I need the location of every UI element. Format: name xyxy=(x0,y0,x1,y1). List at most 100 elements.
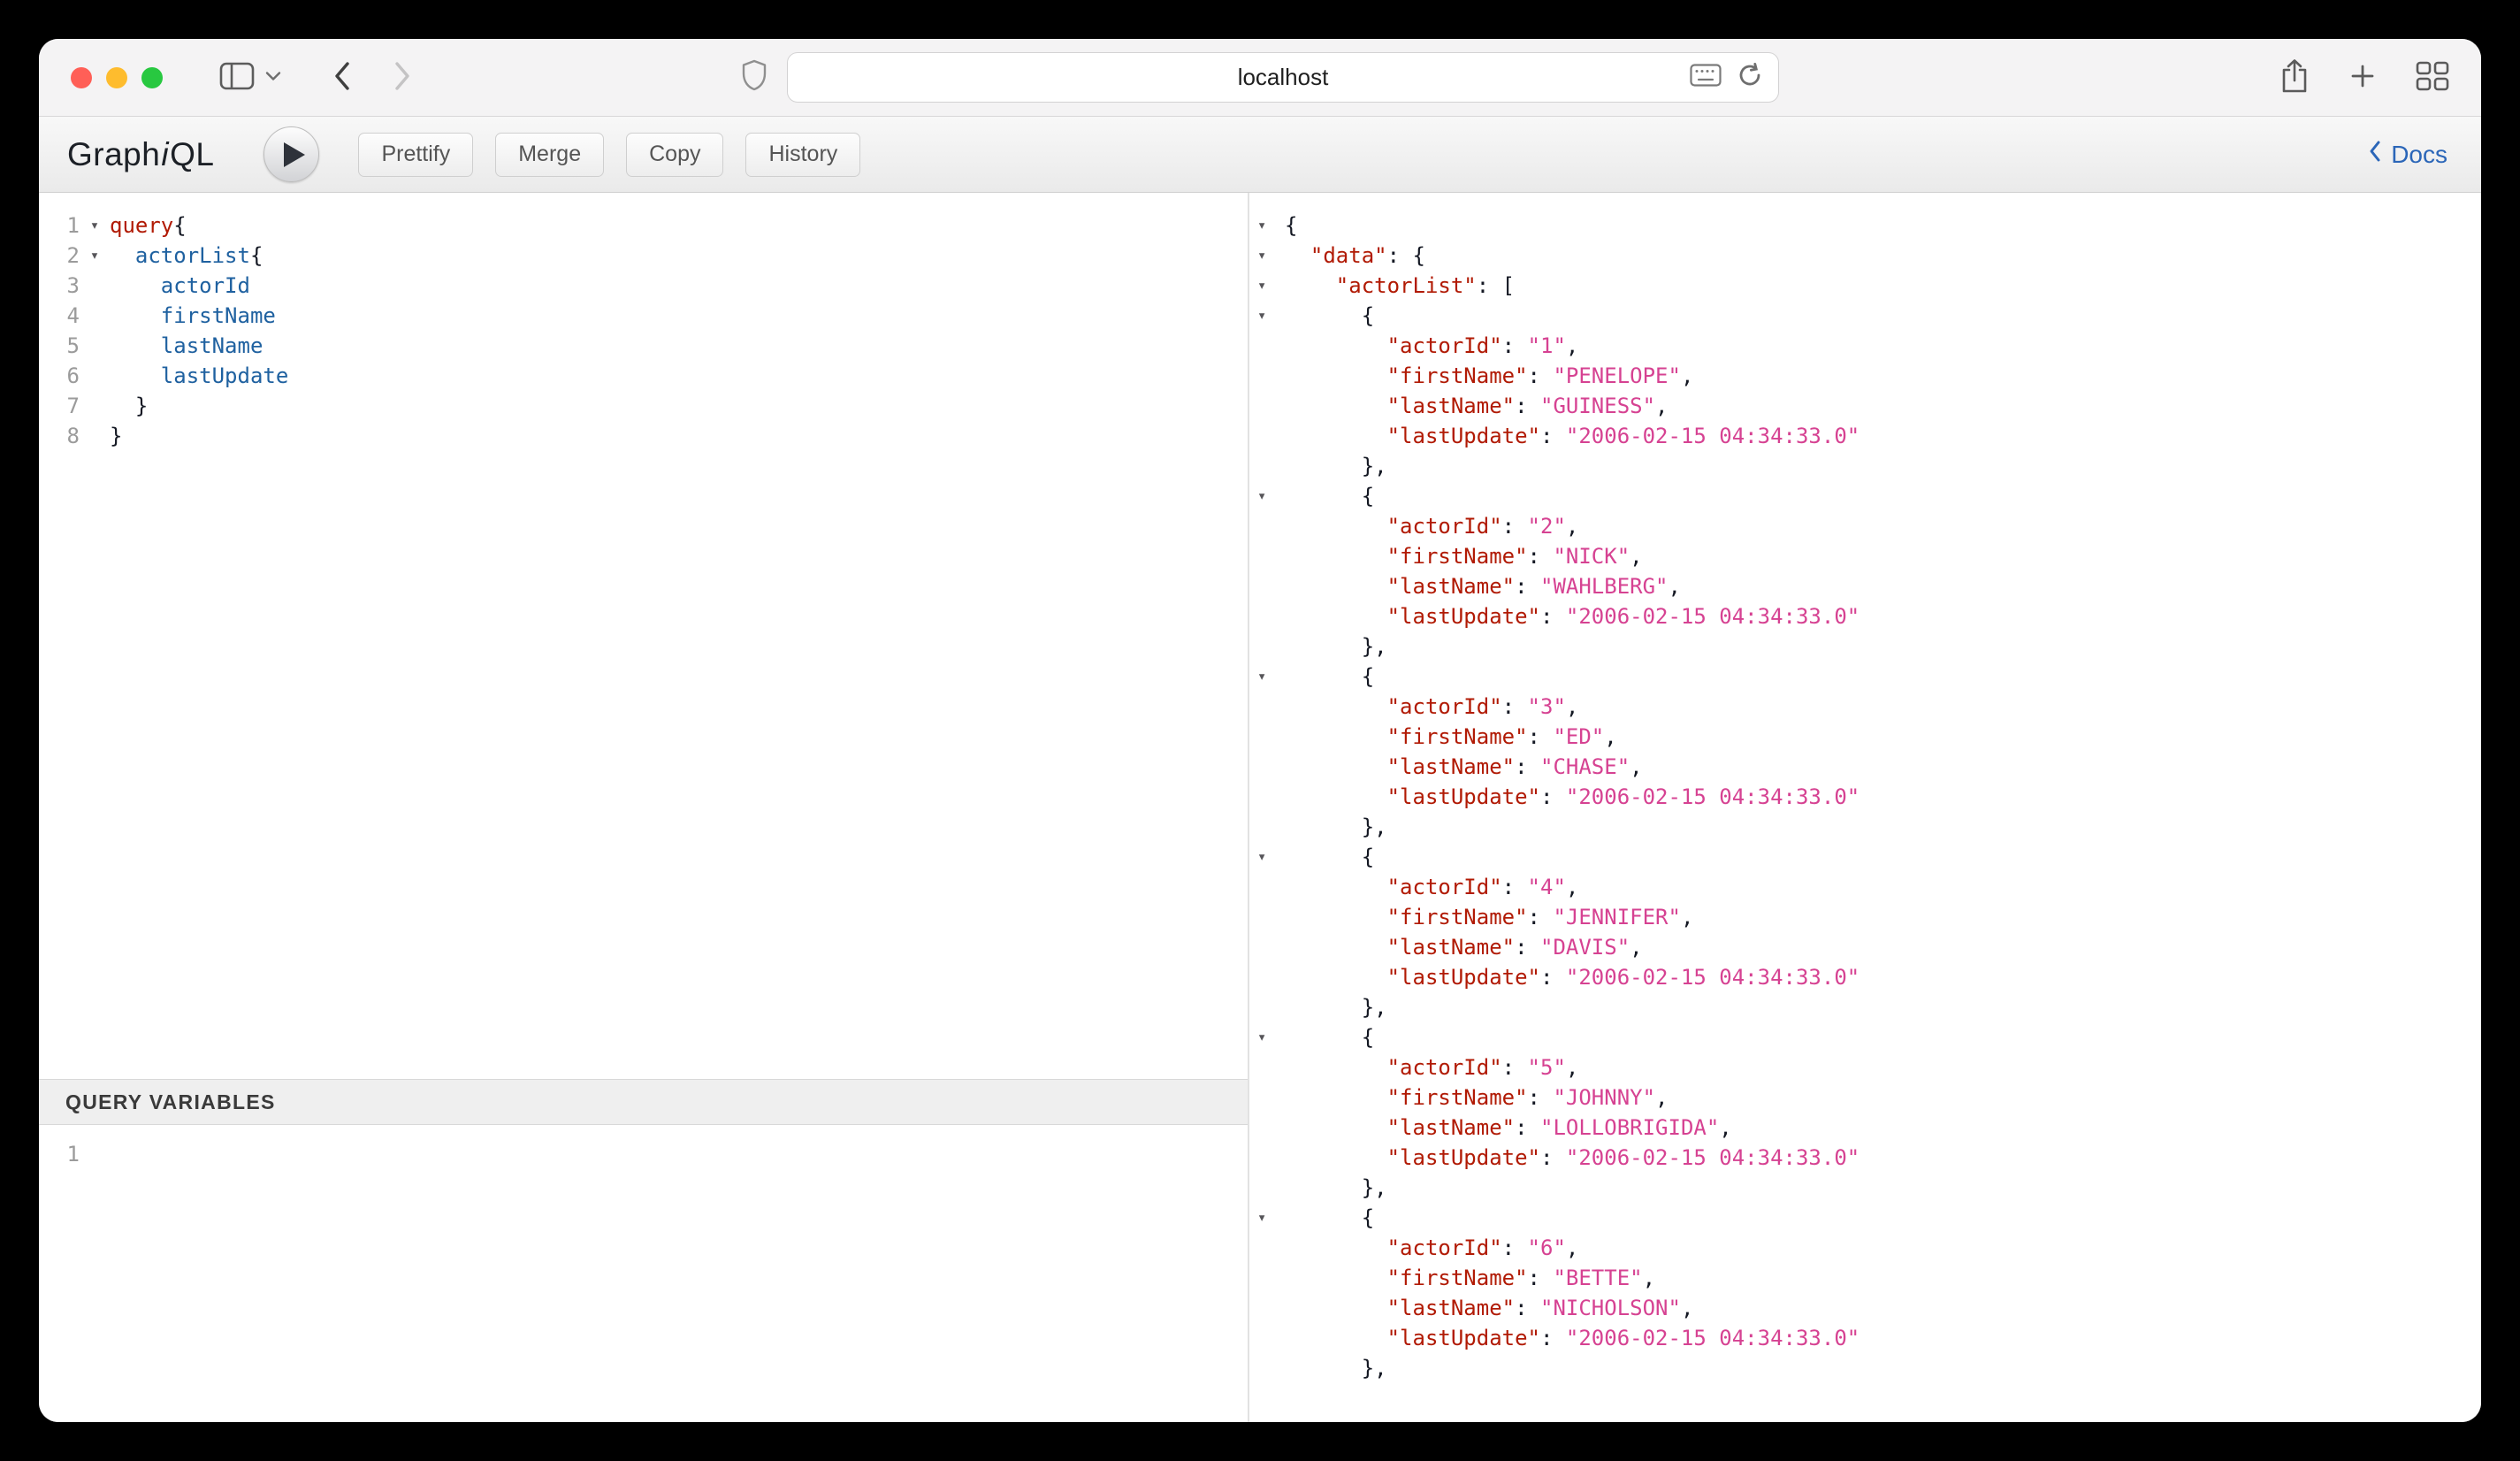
close-button[interactable] xyxy=(71,67,92,88)
result-line: "actorId": "2", xyxy=(1249,511,2481,541)
fold-toggle-icon[interactable]: ▾ xyxy=(1249,241,1285,271)
back-button[interactable] xyxy=(332,60,352,95)
fold-toggle-icon[interactable]: ▾ xyxy=(1249,842,1285,872)
fold-gutter xyxy=(1249,992,1285,1022)
result-line: }, xyxy=(1249,1173,2481,1203)
fold-toggle-icon[interactable]: ▾ xyxy=(1249,481,1285,511)
address-bar[interactable]: localhost xyxy=(787,52,1779,103)
result-text: "firstName": "JOHNNY", xyxy=(1285,1082,1669,1113)
result-text: "lastUpdate": "2006-02-15 04:34:33.0" xyxy=(1285,962,1859,992)
fold-gutter xyxy=(1249,752,1285,782)
code-text: actorId xyxy=(110,271,250,301)
result-viewer[interactable]: ▾{▾ "data": {▾ "actorList": [▾ { "actorI… xyxy=(1249,193,2481,1422)
code-line: 1▾query{ xyxy=(39,210,1248,241)
code-line: 8} xyxy=(39,421,1248,451)
result-text: "lastUpdate": "2006-02-15 04:34:33.0" xyxy=(1285,1323,1859,1353)
result-text: "actorId": "1", xyxy=(1285,331,1578,361)
result-line: ▾{ xyxy=(1249,210,2481,241)
fold-gutter xyxy=(1249,1113,1285,1143)
code-line: 6 lastUpdate xyxy=(39,361,1248,391)
docs-label: Docs xyxy=(2391,141,2447,169)
result-text: { xyxy=(1285,1203,1374,1233)
result-line: "lastUpdate": "2006-02-15 04:34:33.0" xyxy=(1249,421,2481,451)
result-text: { xyxy=(1285,210,1297,241)
result-text: "lastName": "LOLLOBRIGIDA", xyxy=(1285,1113,1732,1143)
fold-toggle-icon[interactable]: ▾ xyxy=(1249,271,1285,301)
history-button[interactable]: History xyxy=(745,133,860,177)
chevron-down-icon xyxy=(265,70,281,86)
address-bar-accessories xyxy=(1690,53,1764,102)
fold-gutter xyxy=(1249,1143,1285,1173)
result-text: "actorId": "4", xyxy=(1285,872,1578,902)
result-text: "lastName": "WAHLBERG", xyxy=(1285,571,1681,601)
fold-gutter xyxy=(80,271,110,301)
prettify-button[interactable]: Prettify xyxy=(358,133,473,177)
toolbar-buttons: Prettify Merge Copy History xyxy=(358,133,860,177)
fold-gutter xyxy=(1249,391,1285,421)
fold-gutter xyxy=(1249,1263,1285,1293)
result-line: "lastName": "DAVIS", xyxy=(1249,932,2481,962)
result-line: "lastUpdate": "2006-02-15 04:34:33.0" xyxy=(1249,962,2481,992)
shield-icon[interactable] xyxy=(741,59,767,96)
fold-toggle-icon[interactable]: ▾ xyxy=(80,210,110,241)
fold-gutter xyxy=(1249,541,1285,571)
chevron-right-icon xyxy=(393,60,412,95)
code-line: 2▾ actorList{ xyxy=(39,241,1248,271)
execute-button[interactable] xyxy=(263,126,319,182)
share-icon xyxy=(2279,57,2310,97)
navigation-group xyxy=(219,60,412,95)
forward-button[interactable] xyxy=(393,60,412,95)
result-line: }, xyxy=(1249,992,2481,1022)
result-line: "actorId": "5", xyxy=(1249,1052,2481,1082)
code-text: actorList{ xyxy=(110,241,263,271)
fold-gutter xyxy=(1249,962,1285,992)
fold-toggle-icon[interactable]: ▾ xyxy=(1249,1203,1285,1233)
fold-gutter xyxy=(1249,511,1285,541)
variables-editor[interactable]: 1 xyxy=(39,1125,1248,1422)
result-text: { xyxy=(1285,481,1374,511)
result-text: "lastName": "DAVIS", xyxy=(1285,932,1643,962)
result-text: }, xyxy=(1285,631,1387,662)
docs-button[interactable]: Docs xyxy=(2363,140,2453,169)
fold-gutter xyxy=(1249,692,1285,722)
code-line: 4 firstName xyxy=(39,301,1248,331)
fold-toggle-icon[interactable]: ▾ xyxy=(1249,1022,1285,1052)
minimize-button[interactable] xyxy=(106,67,127,88)
translate-icon[interactable] xyxy=(1690,64,1722,91)
fold-toggle-icon[interactable]: ▾ xyxy=(1249,301,1285,331)
fold-gutter xyxy=(1249,722,1285,752)
share-button[interactable] xyxy=(2279,57,2310,97)
fold-toggle-icon[interactable]: ▾ xyxy=(1249,662,1285,692)
fold-gutter xyxy=(1249,902,1285,932)
reload-icon[interactable] xyxy=(1736,61,1764,94)
tab-overview-button[interactable] xyxy=(2416,61,2449,94)
result-text: "firstName": "BETTE", xyxy=(1285,1263,1655,1293)
result-text: "firstName": "JENNIFER", xyxy=(1285,902,1693,932)
result-line: ▾ { xyxy=(1249,481,2481,511)
editor-area: 1▾query{2▾ actorList{3 actorId4 firstNam… xyxy=(39,193,2481,1422)
zoom-button[interactable] xyxy=(141,67,163,88)
line-number: 5 xyxy=(39,331,80,361)
result-text: }, xyxy=(1285,451,1387,481)
fold-gutter xyxy=(80,391,110,421)
fold-gutter xyxy=(1249,1052,1285,1082)
sidebar-chevron[interactable] xyxy=(265,70,281,86)
result-text: "firstName": "PENELOPE", xyxy=(1285,361,1693,391)
copy-button[interactable]: Copy xyxy=(626,133,723,177)
result-line: ▾ { xyxy=(1249,662,2481,692)
fold-toggle-icon[interactable]: ▾ xyxy=(1249,210,1285,241)
result-line: "lastUpdate": "2006-02-15 04:34:33.0" xyxy=(1249,782,2481,812)
merge-button[interactable]: Merge xyxy=(495,133,604,177)
tab-overview-icon xyxy=(2416,61,2449,94)
result-text: "actorList": [ xyxy=(1285,271,1515,301)
new-tab-button[interactable] xyxy=(2348,62,2377,93)
result-line: "lastUpdate": "2006-02-15 04:34:33.0" xyxy=(1249,1143,2481,1173)
result-line: "firstName": "JENNIFER", xyxy=(1249,902,2481,932)
result-text: "data": { xyxy=(1285,241,1425,271)
result-text: }, xyxy=(1285,1173,1387,1203)
query-editor[interactable]: 1▾query{2▾ actorList{3 actorId4 firstNam… xyxy=(39,193,1248,1079)
sidebar-toggle-button[interactable] xyxy=(219,62,255,93)
fold-toggle-icon[interactable]: ▾ xyxy=(80,241,110,271)
query-variables-header[interactable]: QUERY VARIABLES xyxy=(39,1079,1248,1125)
result-line: "lastName": "GUINESS", xyxy=(1249,391,2481,421)
